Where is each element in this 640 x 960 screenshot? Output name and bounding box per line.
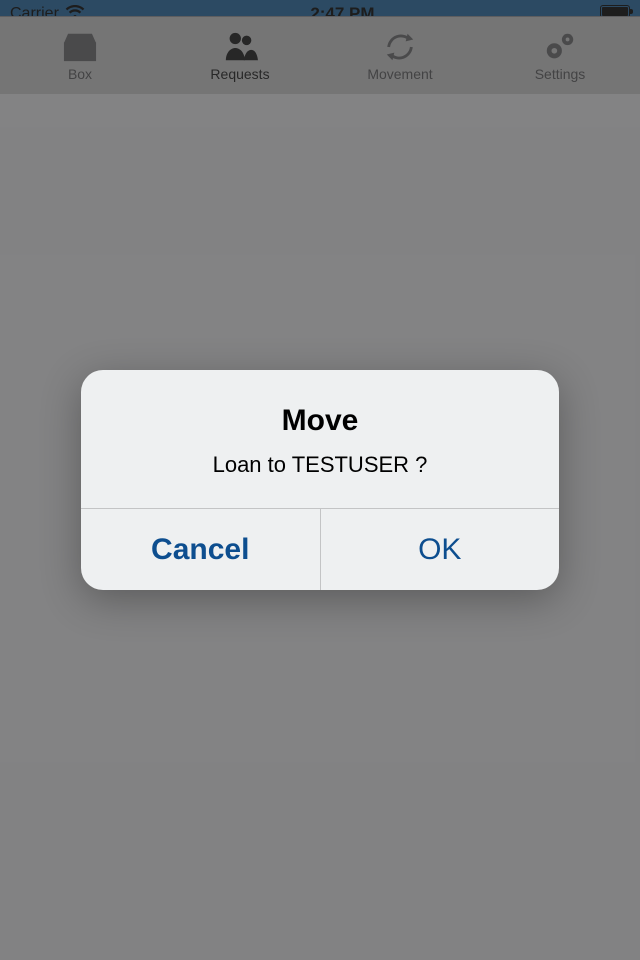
alert-message: Loan to TESTUSER ? bbox=[109, 452, 531, 478]
ok-button[interactable]: OK bbox=[321, 509, 560, 590]
alert-title: Move bbox=[109, 404, 531, 438]
cancel-button[interactable]: Cancel bbox=[81, 509, 321, 590]
alert-dialog: Move Loan to TESTUSER ? Cancel OK bbox=[81, 370, 559, 590]
modal-overlay: Move Loan to TESTUSER ? Cancel OK bbox=[0, 0, 640, 960]
